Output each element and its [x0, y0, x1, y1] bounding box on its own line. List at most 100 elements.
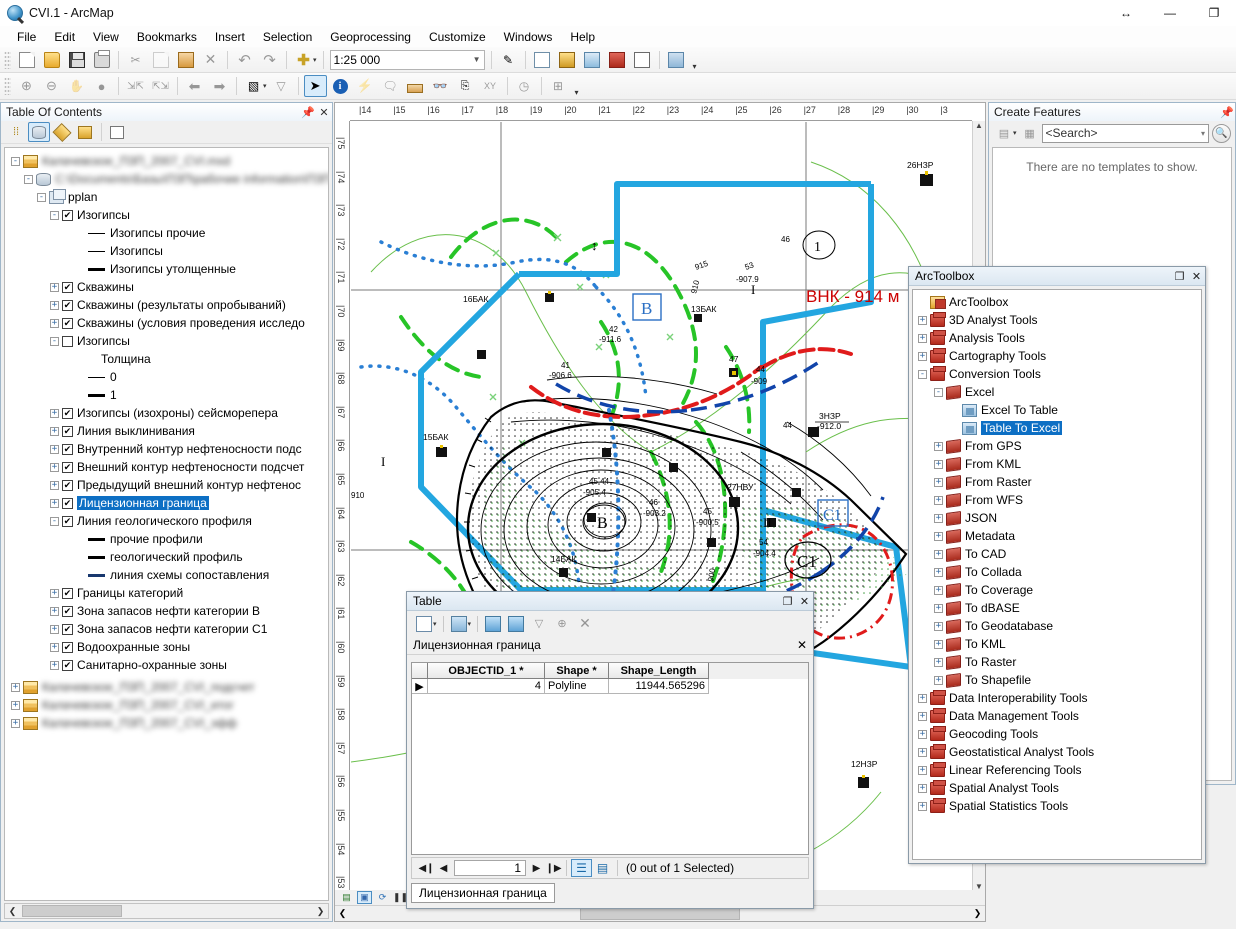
toc-horizontal-scrollbar[interactable]: ❮ ❯	[4, 903, 329, 919]
arctoolbox-button[interactable]	[606, 49, 629, 71]
column-header-objectid[interactable]: OBJECTID_1 *	[428, 663, 545, 679]
arctoolbox-item[interactable]: -Excel	[913, 383, 1201, 401]
arctoolbox-maximize-button[interactable]: ❐	[1171, 270, 1188, 283]
menu-edit[interactable]: Edit	[45, 28, 84, 46]
arctoolbox-item[interactable]: Excel To Table	[913, 401, 1201, 419]
expand-toggle-icon[interactable]: +	[918, 802, 927, 811]
symbol-swatch-thick-black-line[interactable]	[88, 268, 105, 271]
toc-item[interactable]: -C:\Documents\Базы\ПЗП\рабочие informati…	[5, 170, 328, 188]
table-tab-license-boundary[interactable]: Лицензионная граница	[411, 883, 555, 903]
arctoolbox-item[interactable]: Table To Excel	[913, 419, 1201, 437]
expand-toggle-icon[interactable]: +	[918, 694, 927, 703]
layer-visibility-checkbox[interactable]	[62, 462, 73, 473]
expand-toggle-icon[interactable]: +	[934, 658, 943, 667]
list-by-drawing-order-button[interactable]: ⁞⁞	[5, 122, 27, 142]
expand-toggle-icon[interactable]: +	[934, 460, 943, 469]
layer-visibility-checkbox[interactable]	[62, 210, 73, 221]
arctoolbox-item[interactable]: +From GPS	[913, 437, 1201, 455]
minimize-window-button[interactable]: —	[1148, 0, 1192, 26]
find-route-button[interactable]: ⎘	[454, 75, 477, 97]
table-close-button[interactable]: ✕	[796, 595, 813, 608]
toc-item[interactable]: Изогипсы	[5, 242, 328, 260]
arctoolbox-tree-container[interactable]: ArcToolbox+3D Analyst Tools+Analysis Too…	[912, 289, 1202, 860]
chevron-down-icon[interactable]: ▾	[1201, 129, 1205, 138]
clear-selection-button[interactable]: ▽	[528, 614, 550, 634]
expand-toggle-icon[interactable]: +	[50, 463, 59, 472]
current-record-input[interactable]: 1	[454, 860, 526, 876]
row-selector[interactable]: ▶	[412, 679, 428, 694]
restore-window-button[interactable]: ↔	[1104, 0, 1148, 26]
arctoolbox-item[interactable]: +To Coverage	[913, 581, 1201, 599]
toc-item[interactable]: +Скважины	[5, 278, 328, 296]
editor-toolbar-button[interactable]: ✎	[497, 49, 520, 71]
expand-toggle-icon[interactable]: +	[50, 409, 59, 418]
toc-item[interactable]: линия схемы сопоставления	[5, 566, 328, 584]
list-by-visibility-button[interactable]	[51, 122, 73, 142]
layer-visibility-checkbox[interactable]	[62, 444, 73, 455]
expand-toggle-icon[interactable]: +	[934, 676, 943, 685]
open-button[interactable]	[40, 49, 63, 71]
arctoolbox-item[interactable]: +Geostatistical Analyst Tools	[913, 743, 1201, 761]
menu-insert[interactable]: Insert	[206, 28, 254, 46]
expand-toggle-icon[interactable]: +	[918, 748, 927, 757]
pin-icon[interactable]: 📌	[1219, 104, 1235, 120]
collapse-toggle-icon[interactable]: -	[934, 388, 943, 397]
expand-toggle-icon[interactable]: +	[11, 701, 20, 710]
layer-visibility-checkbox[interactable]	[62, 300, 73, 311]
modelbuilder-button[interactable]	[665, 49, 688, 71]
switch-selection-button[interactable]	[505, 614, 527, 634]
toc-item[interactable]: +Санитарно-охранные зоны	[5, 656, 328, 674]
zoom-in-button[interactable]: ⊕	[15, 75, 38, 97]
table-maximize-button[interactable]: ❐	[779, 595, 796, 608]
list-by-selection-button[interactable]	[74, 122, 96, 142]
go-next-extent-button[interactable]: ➡	[208, 75, 231, 97]
toc-item[interactable]: +Скважины (условия проведения исследо	[5, 314, 328, 332]
toc-item[interactable]: +Калачевское_ПЗП_2007_CVI_эфф	[5, 714, 328, 732]
menu-customize[interactable]: Customize	[420, 28, 495, 46]
arctoolbox-item[interactable]: +From WFS	[913, 491, 1201, 509]
clear-selection-button[interactable]: ▽	[270, 75, 293, 97]
catalog-button[interactable]	[556, 49, 579, 71]
layer-visibility-checkbox[interactable]	[62, 498, 73, 509]
redo-button[interactable]: ↷	[258, 49, 281, 71]
toc-item[interactable]: Толщина	[5, 350, 328, 368]
arctoolbox-item[interactable]: +3D Analyst Tools	[913, 311, 1201, 329]
expand-toggle-icon[interactable]: +	[50, 427, 59, 436]
attribute-grid[interactable]: OBJECTID_1 * Shape * Shape_Length ▶ 4 Po…	[411, 662, 809, 855]
layer-visibility-checkbox[interactable]	[62, 426, 73, 437]
show-all-records-button[interactable]: ☰	[571, 859, 592, 877]
create-viewer-button[interactable]: ⊞	[547, 75, 570, 97]
toc-item[interactable]: +Линия выклинивания	[5, 422, 328, 440]
pan-button[interactable]: ✋	[65, 75, 88, 97]
collapse-toggle-icon[interactable]: -	[11, 157, 20, 166]
symbol-swatch-thick-black-line[interactable]	[88, 556, 105, 559]
toc-item[interactable]: +Калачевское_ПЗП_2007_CVI_подсчет	[5, 678, 328, 696]
map-scroll-right-button[interactable]: ❯	[970, 908, 985, 919]
toc-item[interactable]: геологический профиль	[5, 548, 328, 566]
layer-visibility-checkbox[interactable]	[62, 318, 73, 329]
layer-visibility-checkbox[interactable]	[62, 624, 73, 635]
expand-toggle-icon[interactable]: +	[50, 301, 59, 310]
maximize-window-button[interactable]: ❐	[1192, 0, 1236, 26]
expand-toggle-icon[interactable]: +	[11, 719, 20, 728]
full-extent-button[interactable]: ●	[90, 75, 113, 97]
toc-item[interactable]: +Зона запасов нефти категории C1	[5, 620, 328, 638]
arctoolbox-item[interactable]: +Data Interoperability Tools	[913, 689, 1201, 707]
menu-view[interactable]: View	[84, 28, 128, 46]
identify-button[interactable]: i	[329, 75, 352, 97]
arctoolbox-item[interactable]: -Conversion Tools	[913, 365, 1201, 383]
layout-view-button[interactable]: ▣	[357, 891, 372, 904]
expand-toggle-icon[interactable]: +	[11, 683, 20, 692]
time-slider-button[interactable]: ◷	[513, 75, 536, 97]
expand-toggle-icon[interactable]: +	[50, 319, 59, 328]
expand-toggle-icon[interactable]: +	[934, 622, 943, 631]
cell-shape-length[interactable]: 11944.565296	[609, 679, 709, 694]
toc-item[interactable]: +Зона запасов нефти категории B	[5, 602, 328, 620]
expand-toggle-icon[interactable]: +	[50, 445, 59, 454]
expand-toggle-icon[interactable]: +	[934, 442, 943, 451]
expand-toggle-icon[interactable]: +	[934, 604, 943, 613]
layer-visibility-checkbox[interactable]	[62, 642, 73, 653]
column-header-shape-length[interactable]: Shape_Length	[609, 663, 709, 679]
python-window-button[interactable]	[631, 49, 654, 71]
symbol-swatch-thin-black-line[interactable]	[88, 377, 105, 378]
